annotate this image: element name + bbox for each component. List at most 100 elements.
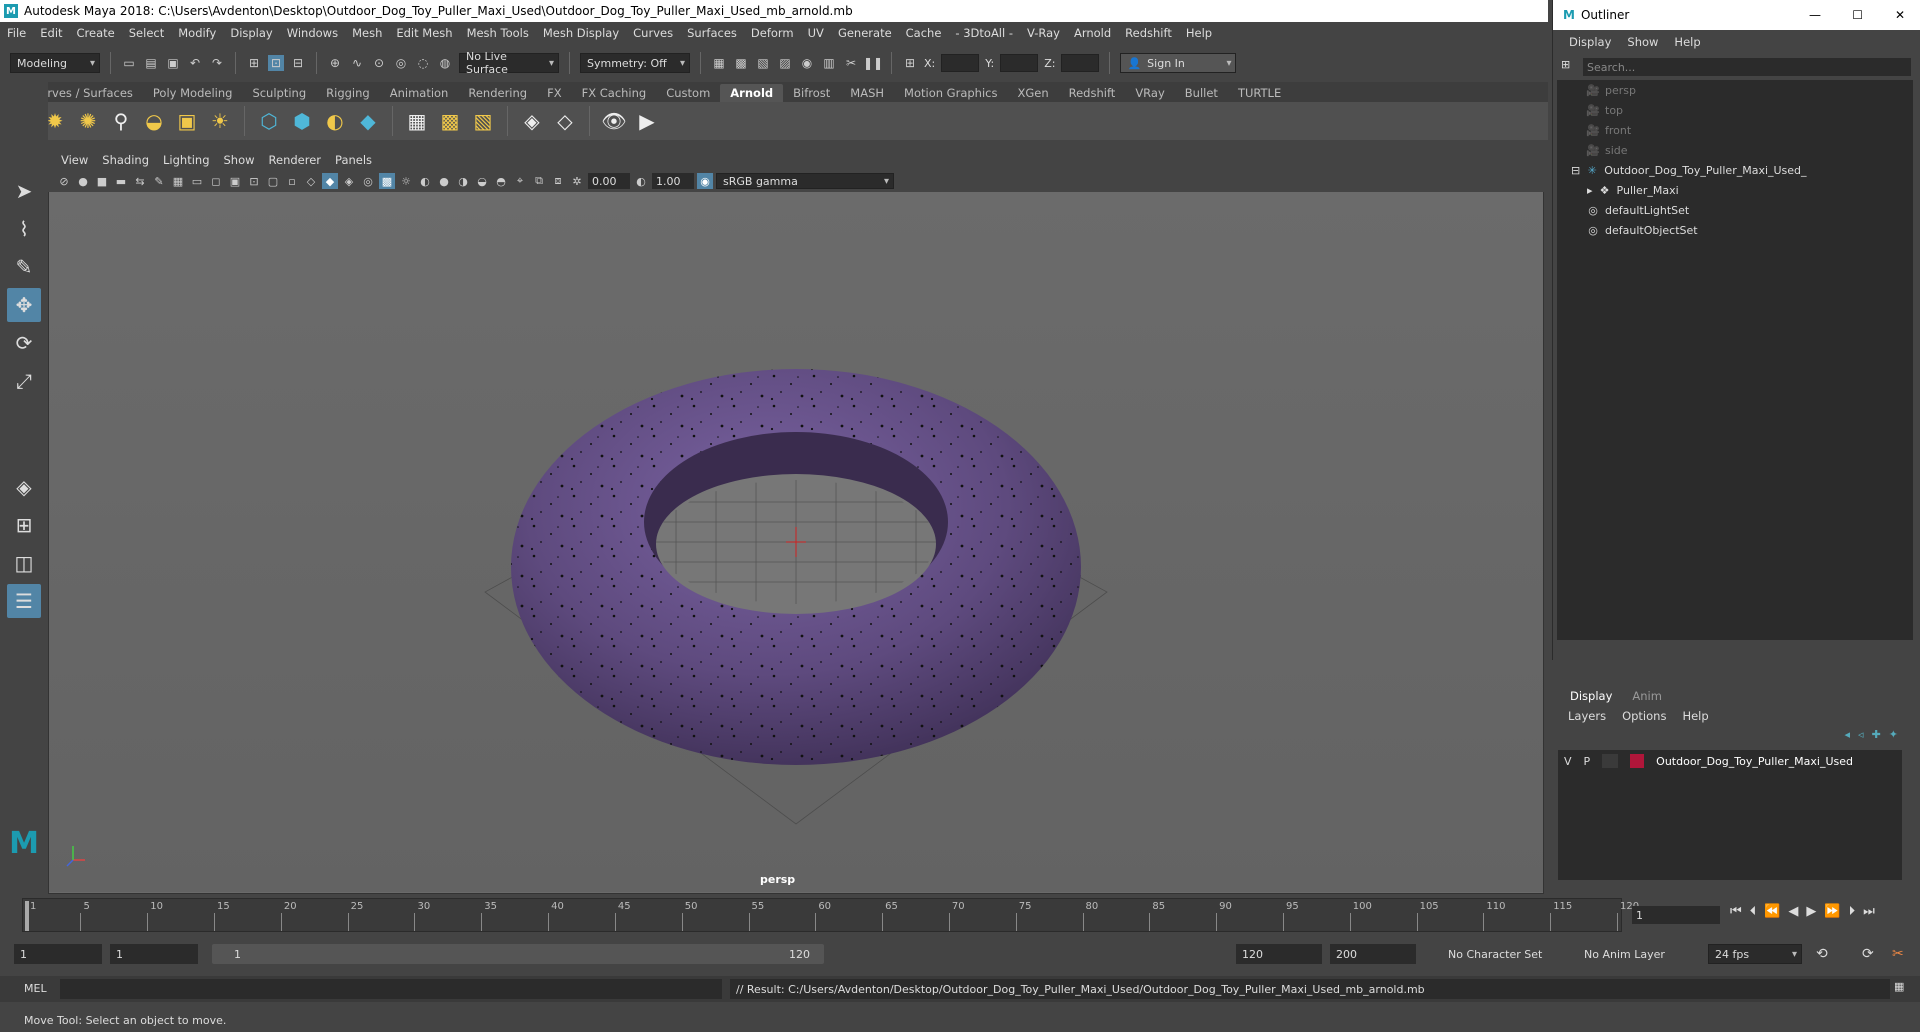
wireframe-icon[interactable]: ◇ bbox=[303, 173, 319, 189]
menu-create[interactable]: Create bbox=[70, 26, 122, 40]
menu-uv[interactable]: UV bbox=[801, 26, 831, 40]
current-frame-field[interactable]: 1 bbox=[1632, 906, 1720, 924]
render-frame-icon[interactable]: ▩ bbox=[733, 55, 749, 71]
resolution-gate-icon[interactable]: ◻ bbox=[208, 173, 224, 189]
shelf-tab-bifrost[interactable]: Bifrost bbox=[783, 84, 840, 102]
arnold-licensing-icon[interactable]: ◈ bbox=[519, 108, 545, 134]
snap-live-icon[interactable]: ◍ bbox=[437, 55, 453, 71]
animation-start-field[interactable]: 1 bbox=[14, 944, 102, 964]
script-language-label[interactable]: MEL bbox=[24, 982, 47, 995]
2d-pan-icon[interactable]: ⇆ bbox=[132, 173, 148, 189]
step-back-key-icon[interactable]: ⏪ bbox=[1764, 904, 1780, 919]
current-time-indicator[interactable] bbox=[25, 901, 29, 931]
lasso-tool-icon[interactable]: ⌇ bbox=[7, 212, 41, 246]
range-bar[interactable]: 1 120 bbox=[212, 944, 824, 964]
film-gate-icon[interactable]: ▭ bbox=[189, 173, 205, 189]
single-view-icon[interactable]: ◈ bbox=[7, 470, 41, 504]
photometric-light-icon[interactable]: ⚲ bbox=[108, 108, 134, 134]
arnold-ipr-icon[interactable]: ▶ bbox=[634, 108, 660, 134]
sign-in-button[interactable]: 👤 Sign In bbox=[1120, 53, 1237, 73]
outliner-item[interactable]: ⊟ ✳ Outdoor_Dog_Toy_Puller_Maxi_Used_ bbox=[1557, 160, 1913, 180]
menu-windows[interactable]: Windows bbox=[280, 26, 345, 40]
outliner-search-input[interactable]: Search... bbox=[1583, 58, 1911, 76]
animation-end-field[interactable]: 200 bbox=[1330, 944, 1416, 964]
select-tool-icon[interactable]: ➤ bbox=[7, 174, 41, 208]
exposure-field[interactable]: 0.00 bbox=[588, 173, 630, 189]
shelf-tab-fx[interactable]: FX bbox=[537, 84, 572, 102]
render-snapshot-icon[interactable]: ▥ bbox=[821, 55, 837, 71]
shelf-tab-animation[interactable]: Animation bbox=[380, 84, 459, 102]
new-scene-icon[interactable]: ▭ bbox=[121, 55, 137, 71]
close-icon[interactable]: ✕ bbox=[1895, 8, 1905, 22]
snap-grid-icon[interactable]: ⊕ bbox=[327, 55, 343, 71]
paint-select-tool-icon[interactable]: ✎ bbox=[7, 250, 41, 284]
smooth-shade-icon[interactable]: ◆ bbox=[322, 173, 338, 189]
shelf-tab-mash[interactable]: MASH bbox=[840, 84, 894, 102]
time-ruler[interactable]: 1 5 10 15 20 25 30 35 40 45 50 55 60 65 70 75 80 85 90 95 10… bbox=[22, 898, 1639, 932]
outliner-item[interactable]: 🎥 side bbox=[1557, 140, 1913, 160]
arnold-help-icon[interactable]: ◇ bbox=[552, 108, 578, 134]
move-layer-down-icon[interactable]: ◃ bbox=[1858, 728, 1864, 741]
outliner-item[interactable]: ◎ defaultObjectSet bbox=[1557, 220, 1913, 240]
gate-mask-icon[interactable]: ▣ bbox=[227, 173, 243, 189]
depth-of-field-icon[interactable]: ◓ bbox=[493, 173, 509, 189]
arnold-renderview-icon[interactable]: 👁 bbox=[601, 108, 627, 134]
menu-cache[interactable]: Cache bbox=[899, 26, 949, 40]
anim-layer-dropdown[interactable]: No Anim Layer bbox=[1584, 944, 1684, 964]
shelf-tab-turtle[interactable]: TURTLE bbox=[1228, 84, 1291, 102]
viewport-menu-lighting[interactable]: Lighting bbox=[156, 153, 216, 167]
menu-help[interactable]: Help bbox=[1179, 26, 1219, 40]
menu-mesh[interactable]: Mesh bbox=[345, 26, 389, 40]
shelf-tab-fx-caching[interactable]: FX Caching bbox=[572, 84, 657, 102]
wireframe-on-shaded-icon[interactable]: ◈ bbox=[341, 173, 357, 189]
outliner-menu-show[interactable]: Show bbox=[1619, 35, 1666, 49]
shelf-tab-bullet[interactable]: Bullet bbox=[1175, 84, 1228, 102]
maximize-icon[interactable]: ☐ bbox=[1852, 8, 1863, 22]
x-field[interactable] bbox=[941, 54, 980, 72]
gamma-icon[interactable]: ◐ bbox=[633, 173, 649, 189]
play-backward-icon[interactable]: ◀ bbox=[1788, 904, 1798, 919]
menu-generate[interactable]: Generate bbox=[831, 26, 899, 40]
select-hierarchy-icon[interactable]: ⊞ bbox=[246, 55, 262, 71]
menu-edit[interactable]: Edit bbox=[33, 26, 69, 40]
layer-tab-display[interactable]: Display bbox=[1560, 687, 1622, 705]
outliner-menu-help[interactable]: Help bbox=[1666, 35, 1708, 49]
color-management-icon[interactable]: ◉ bbox=[697, 173, 713, 189]
command-input[interactable] bbox=[60, 979, 722, 999]
shelf-tab-poly-modeling[interactable]: Poly Modeling bbox=[143, 84, 243, 102]
isolate-select-icon[interactable]: ⌖ bbox=[512, 173, 528, 189]
outliner-item[interactable]: 🎥 front bbox=[1557, 120, 1913, 140]
snap-point-icon[interactable]: ⊙ bbox=[371, 55, 387, 71]
gamma-field[interactable]: 1.00 bbox=[652, 173, 694, 189]
color-space-dropdown[interactable]: sRGB gamma bbox=[716, 173, 894, 189]
undo-icon[interactable]: ↶ bbox=[187, 55, 203, 71]
ambient-occlusion-icon[interactable]: ● bbox=[436, 173, 452, 189]
exposure-icon[interactable]: ✲ bbox=[569, 173, 585, 189]
viewport-menu-panels[interactable]: Panels bbox=[328, 153, 379, 167]
minimize-icon[interactable]: — bbox=[1809, 8, 1821, 22]
move-tool-icon[interactable]: ✥ bbox=[7, 288, 41, 322]
menu-v-ray[interactable]: V-Ray bbox=[1020, 26, 1067, 40]
menu-modify[interactable]: Modify bbox=[171, 26, 223, 40]
hypershade-icon[interactable]: ◉ bbox=[799, 55, 815, 71]
select-object-icon[interactable]: ⊡ bbox=[268, 55, 284, 71]
safe-title-icon[interactable]: ▫ bbox=[284, 173, 300, 189]
scale-tool-icon[interactable]: ⤢ bbox=[7, 364, 41, 398]
layer-type-toggle[interactable] bbox=[1602, 754, 1619, 768]
ipr-render-icon[interactable]: ▧ bbox=[755, 55, 771, 71]
layer-menu-help[interactable]: Help bbox=[1674, 709, 1716, 723]
layer-menu-layers[interactable]: Layers bbox=[1560, 709, 1614, 723]
menu-redshift[interactable]: Redshift bbox=[1118, 26, 1179, 40]
shelf-tab-vray[interactable]: VRay bbox=[1125, 84, 1174, 102]
standin-icon[interactable]: ⬡ bbox=[256, 108, 282, 134]
play-forward-icon[interactable]: ▶ bbox=[1806, 904, 1816, 919]
y-field[interactable] bbox=[1000, 54, 1039, 72]
shelf-tab-arnold[interactable]: Arnold bbox=[720, 84, 784, 102]
arnold-render-icon[interactable]: ✂ bbox=[843, 55, 859, 71]
field-chart-icon[interactable]: ⊡ bbox=[246, 173, 262, 189]
playback-start-field[interactable]: 1 bbox=[110, 944, 198, 964]
outliner-item[interactable]: ◎ defaultLightSet bbox=[1557, 200, 1913, 220]
bookmark-icon[interactable]: ■ bbox=[94, 173, 110, 189]
menu-display[interactable]: Display bbox=[223, 26, 279, 40]
use-lights-icon[interactable]: ☼ bbox=[398, 173, 414, 189]
